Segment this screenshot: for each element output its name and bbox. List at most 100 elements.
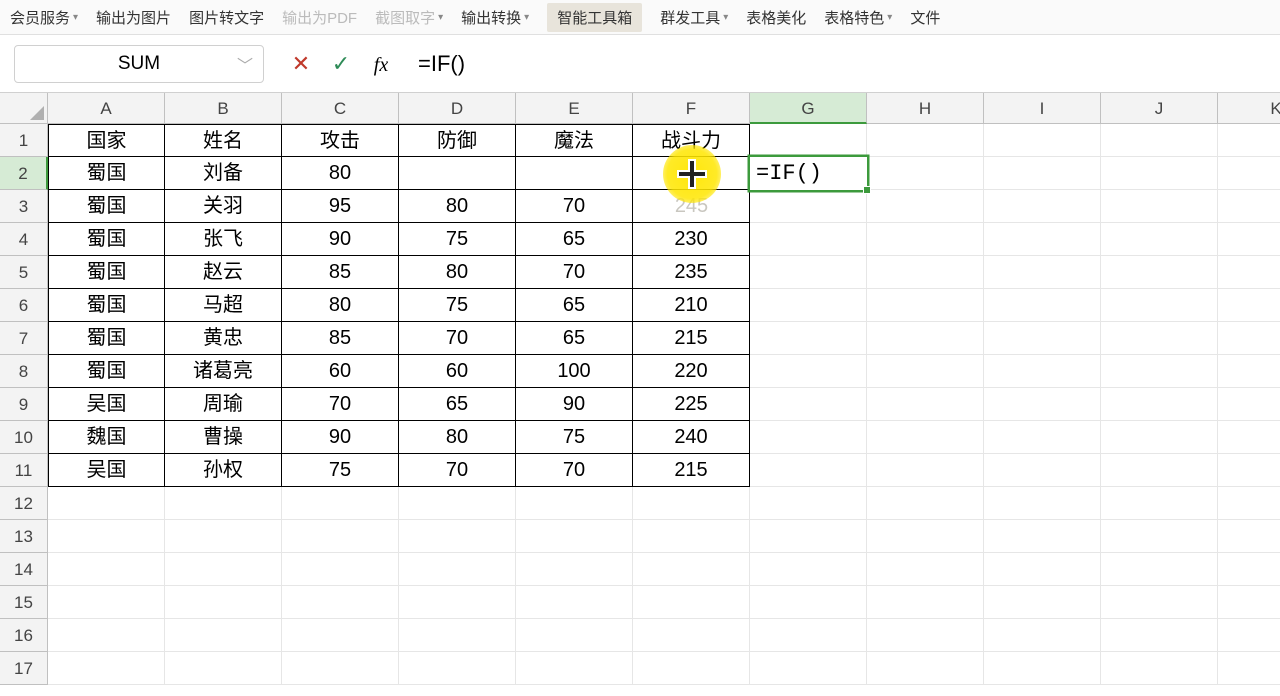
cell[interactable] [867, 421, 984, 454]
column-header[interactable]: D [399, 93, 516, 124]
cell[interactable] [1218, 553, 1280, 586]
cell[interactable] [750, 256, 867, 289]
cell[interactable] [165, 652, 282, 685]
cell[interactable] [633, 553, 750, 586]
row-header[interactable]: 4 [0, 223, 48, 256]
cell[interactable]: 战斗力 [633, 124, 750, 157]
cell[interactable] [867, 487, 984, 520]
cell[interactable] [867, 619, 984, 652]
cell[interactable]: 攻击 [282, 124, 399, 157]
cell[interactable] [867, 223, 984, 256]
cell[interactable]: 周瑜 [165, 388, 282, 421]
cell[interactable] [867, 520, 984, 553]
toolbar-item[interactable]: 群发工具▾ [660, 7, 728, 28]
row-header[interactable]: 3 [0, 190, 48, 223]
cell[interactable]: 100 [516, 355, 633, 388]
cell[interactable] [1101, 256, 1218, 289]
cell[interactable] [399, 619, 516, 652]
cell[interactable]: 75 [516, 421, 633, 454]
cell[interactable] [984, 619, 1101, 652]
cell[interactable] [750, 652, 867, 685]
cell[interactable] [1218, 223, 1280, 256]
cell[interactable] [633, 520, 750, 553]
row-header[interactable]: 17 [0, 652, 48, 685]
cell[interactable] [282, 586, 399, 619]
column-header[interactable]: G [750, 93, 867, 124]
cell[interactable]: 90 [516, 388, 633, 421]
cell[interactable] [867, 388, 984, 421]
cell[interactable] [750, 322, 867, 355]
cell[interactable] [1218, 421, 1280, 454]
cell[interactable]: 65 [516, 223, 633, 256]
toolbar-item[interactable]: 表格特色▾ [824, 7, 892, 28]
cell[interactable]: 80 [399, 256, 516, 289]
cell[interactable]: 225 [633, 388, 750, 421]
cell[interactable] [750, 487, 867, 520]
cell[interactable] [1101, 124, 1218, 157]
row-header[interactable]: 13 [0, 520, 48, 553]
cell[interactable] [1101, 421, 1218, 454]
cell[interactable] [165, 520, 282, 553]
cell[interactable]: 姓名 [165, 124, 282, 157]
cell[interactable] [516, 586, 633, 619]
cell[interactable] [1101, 190, 1218, 223]
cell[interactable] [984, 157, 1101, 190]
cell[interactable] [867, 652, 984, 685]
toolbar-item[interactable]: 输出为PDF [282, 7, 357, 28]
cell[interactable]: 蜀国 [48, 190, 165, 223]
cell[interactable] [750, 586, 867, 619]
cell[interactable] [633, 619, 750, 652]
name-box[interactable]: SUM ﹀ [14, 45, 264, 83]
cell[interactable]: 吴国 [48, 454, 165, 487]
cell[interactable] [282, 553, 399, 586]
cell[interactable] [1218, 487, 1280, 520]
cell[interactable] [1218, 520, 1280, 553]
cell[interactable]: 黄忠 [165, 322, 282, 355]
row-header[interactable]: 5 [0, 256, 48, 289]
toolbar-item-highlight[interactable]: 智能工具箱 [547, 3, 642, 32]
toolbar-item[interactable]: 文件 [910, 7, 940, 28]
confirm-icon[interactable]: ✓ [328, 51, 354, 77]
cell[interactable]: 90 [282, 421, 399, 454]
row-header[interactable]: 16 [0, 619, 48, 652]
cell[interactable] [399, 520, 516, 553]
cell[interactable]: 吴国 [48, 388, 165, 421]
row-header[interactable]: 12 [0, 487, 48, 520]
formula-input[interactable]: =IF() [418, 45, 1266, 82]
cell-editor[interactable]: =IF() [752, 157, 869, 190]
cell[interactable]: 马超 [165, 289, 282, 322]
cell[interactable] [48, 652, 165, 685]
cell[interactable] [1101, 454, 1218, 487]
cell[interactable]: 235 [633, 256, 750, 289]
spreadsheet[interactable]: ABCDEFGHIJK 1234567891011121314151617 国家… [0, 93, 1280, 693]
row-header[interactable]: 11 [0, 454, 48, 487]
cell[interactable]: 孙权 [165, 454, 282, 487]
cell[interactable] [48, 553, 165, 586]
cell[interactable] [984, 322, 1101, 355]
cell[interactable] [1218, 652, 1280, 685]
cell[interactable] [282, 652, 399, 685]
row-header[interactable]: 10 [0, 421, 48, 454]
cell[interactable] [1101, 322, 1218, 355]
row-header[interactable]: 7 [0, 322, 48, 355]
cell[interactable] [1101, 553, 1218, 586]
cell[interactable]: 赵云 [165, 256, 282, 289]
toolbar-item[interactable]: 截图取字▾ [375, 7, 443, 28]
cell[interactable] [1218, 454, 1280, 487]
cell[interactable] [867, 454, 984, 487]
cell[interactable] [984, 190, 1101, 223]
cell[interactable] [750, 124, 867, 157]
fx-icon[interactable]: fx [368, 51, 394, 77]
row-header[interactable]: 8 [0, 355, 48, 388]
cell[interactable] [1218, 322, 1280, 355]
column-header[interactable]: E [516, 93, 633, 124]
chevron-down-icon[interactable]: ﹀ [237, 52, 253, 76]
cell[interactable] [1101, 388, 1218, 421]
cell[interactable]: 诸葛亮 [165, 355, 282, 388]
cell[interactable] [48, 619, 165, 652]
cell[interactable]: 张飞 [165, 223, 282, 256]
cell[interactable] [867, 553, 984, 586]
cell[interactable] [48, 487, 165, 520]
cell[interactable] [867, 157, 984, 190]
cell[interactable] [516, 652, 633, 685]
